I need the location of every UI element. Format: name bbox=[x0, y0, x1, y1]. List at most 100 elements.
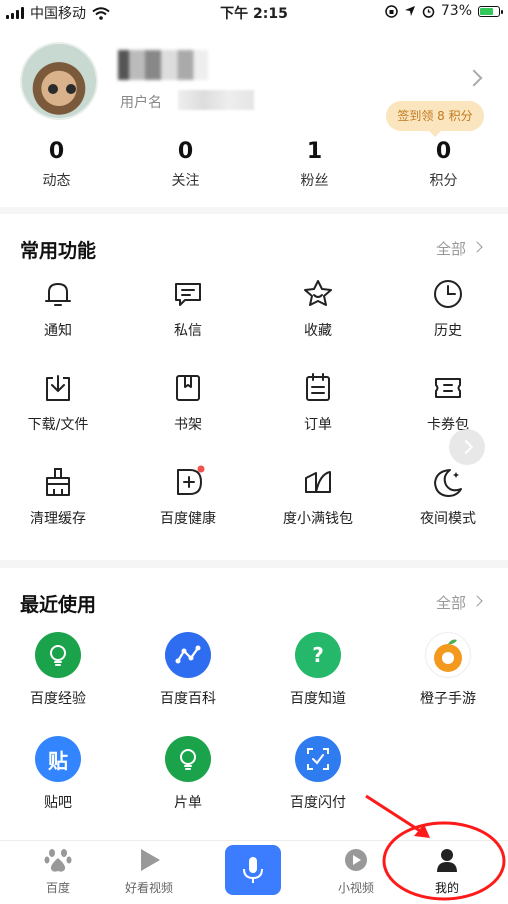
question-glyph: ? bbox=[312, 643, 324, 667]
tab-baidu[interactable]: 百度 bbox=[8, 847, 108, 896]
bulb-icon bbox=[165, 736, 211, 782]
app-label: 橙子手游 bbox=[420, 691, 476, 707]
stat-points[interactable]: 0 积分 bbox=[379, 138, 508, 190]
app-label: 片单 bbox=[174, 795, 202, 811]
display-name-blurred bbox=[118, 50, 208, 80]
stat-value: 0 bbox=[435, 139, 452, 164]
voice-search-button[interactable] bbox=[225, 845, 281, 895]
star-icon bbox=[304, 280, 332, 306]
func-label: 百度健康 bbox=[160, 511, 216, 527]
stat-value: 1 bbox=[306, 139, 323, 164]
func-label: 历史 bbox=[434, 323, 462, 339]
play-icon bbox=[141, 849, 160, 871]
profile-card[interactable]: 用户名 签到领 8 积分 0 动态 0 关注 1 粉丝 0 积分 bbox=[0, 24, 508, 207]
bottom-tab-bar: 百度 好看视频 小视频 我的 bbox=[0, 840, 508, 904]
small-video-icon bbox=[345, 849, 367, 871]
battery-icon bbox=[478, 5, 503, 17]
stat-label: 积分 bbox=[429, 173, 458, 189]
func-label: 卡券包 bbox=[427, 417, 469, 433]
func-history[interactable]: 历史 bbox=[383, 276, 508, 340]
scroll-next-button[interactable] bbox=[449, 429, 485, 465]
avatar[interactable] bbox=[20, 42, 98, 120]
message-icon bbox=[175, 283, 201, 306]
func-night-mode[interactable]: 夜间模式 bbox=[383, 464, 508, 528]
battery-fill bbox=[480, 7, 494, 15]
app-label: 贴吧 bbox=[44, 795, 72, 811]
avatar-eye bbox=[48, 84, 58, 94]
tab-mine[interactable]: 我的 bbox=[397, 847, 497, 896]
func-bookshelf[interactable]: 书架 bbox=[123, 370, 253, 434]
username-value-blurred bbox=[178, 90, 254, 110]
app-label: 百度闪付 bbox=[290, 795, 346, 811]
baidu-paw-icon bbox=[44, 849, 72, 872]
func-favorites[interactable]: 收藏 bbox=[253, 276, 383, 340]
question-icon: ? bbox=[295, 632, 341, 678]
func-messages[interactable]: 私信 bbox=[123, 276, 253, 340]
coupon-icon bbox=[435, 378, 461, 398]
recent-section: 最近使用 全部 百度经验 百度百科 ? 百度知道 橙子手游 贴 贴吧 片单 百度… bbox=[0, 568, 508, 840]
func-wallet[interactable]: 度小满钱包 bbox=[253, 464, 383, 528]
func-coupons[interactable]: 卡券包 bbox=[383, 370, 508, 434]
func-clear-cache[interactable]: 清理缓存 bbox=[0, 464, 123, 528]
chevron-right-icon[interactable] bbox=[471, 241, 483, 253]
stat-following[interactable]: 0 关注 bbox=[121, 138, 250, 190]
alarm-icon bbox=[422, 5, 435, 18]
battery-percent: 73% bbox=[440, 3, 472, 19]
func-label: 书架 bbox=[174, 417, 202, 433]
view-all-link[interactable]: 全部 bbox=[436, 238, 466, 259]
recent-app[interactable]: 百度闪付 bbox=[253, 736, 383, 812]
tieba-glyph: 贴 bbox=[48, 748, 68, 773]
func-label: 通知 bbox=[44, 323, 72, 339]
func-downloads[interactable]: 下载/文件 bbox=[0, 370, 123, 434]
func-label: 私信 bbox=[174, 323, 202, 339]
tab-label: 我的 bbox=[434, 881, 459, 895]
tieba-icon: 贴 bbox=[35, 736, 81, 782]
stat-label: 粉丝 bbox=[300, 173, 329, 189]
func-label: 收藏 bbox=[304, 323, 332, 339]
chevron-right-icon[interactable] bbox=[465, 69, 483, 87]
scan-pay-icon bbox=[295, 736, 341, 782]
page: 中国移动 下午 2:15 73% 用户名 签到领 8 积分 0 动态 0 关注 … bbox=[0, 0, 508, 904]
stat-value: 0 bbox=[48, 139, 65, 164]
stat-followers[interactable]: 1 粉丝 bbox=[250, 138, 379, 190]
app-label: 百度经验 bbox=[30, 691, 86, 707]
func-label: 度小满钱包 bbox=[283, 511, 353, 527]
recent-app[interactable]: 贴 贴吧 bbox=[0, 736, 123, 812]
clock-icon bbox=[434, 280, 462, 308]
func-baidu-health[interactable]: 百度健康 bbox=[123, 464, 253, 528]
tab-small-video[interactable]: 小视频 bbox=[306, 847, 406, 896]
orientation-lock-icon bbox=[385, 4, 398, 18]
common-functions-section: 常用功能 全部 通知 私信 收藏 历史 下载/文件 书架 订单 卡券包 清理缓存… bbox=[0, 214, 508, 560]
stat-label: 关注 bbox=[171, 173, 200, 189]
recent-app[interactable]: 橙子手游 bbox=[383, 632, 508, 708]
func-label: 清理缓存 bbox=[30, 511, 86, 527]
func-label: 夜间模式 bbox=[420, 511, 476, 527]
health-icon bbox=[177, 465, 205, 495]
recent-app[interactable]: 片单 bbox=[123, 736, 253, 812]
func-label: 订单 bbox=[304, 417, 332, 433]
recent-app[interactable]: 百度百科 bbox=[123, 632, 253, 708]
download-icon bbox=[46, 375, 70, 401]
orange-icon bbox=[425, 632, 471, 678]
bookshelf-icon bbox=[176, 375, 200, 401]
username-label: 用户名 bbox=[120, 95, 162, 111]
user-icon bbox=[437, 849, 457, 872]
stat-posts[interactable]: 0 动态 bbox=[0, 138, 121, 190]
recent-app[interactable]: 百度经验 bbox=[0, 632, 123, 708]
view-all-link[interactable]: 全部 bbox=[436, 592, 466, 613]
bulb-icon bbox=[35, 632, 81, 678]
stat-value: 0 bbox=[177, 139, 194, 164]
location-icon bbox=[404, 6, 415, 16]
func-notification[interactable]: 通知 bbox=[0, 276, 123, 340]
status-bar: 中国移动 下午 2:15 73% bbox=[0, 0, 508, 24]
func-orders[interactable]: 订单 bbox=[253, 370, 383, 434]
chevron-right-icon[interactable] bbox=[471, 595, 483, 607]
tab-label: 好看视频 bbox=[124, 881, 173, 895]
recent-app[interactable]: ? 百度知道 bbox=[253, 632, 383, 708]
section-title: 最近使用 bbox=[20, 594, 97, 616]
tab-haokan-video[interactable]: 好看视频 bbox=[99, 847, 199, 896]
mic-icon bbox=[243, 857, 263, 883]
moon-icon bbox=[434, 469, 462, 497]
section-title: 常用功能 bbox=[20, 240, 97, 262]
signin-badge[interactable]: 签到领 8 积分 bbox=[386, 101, 484, 137]
